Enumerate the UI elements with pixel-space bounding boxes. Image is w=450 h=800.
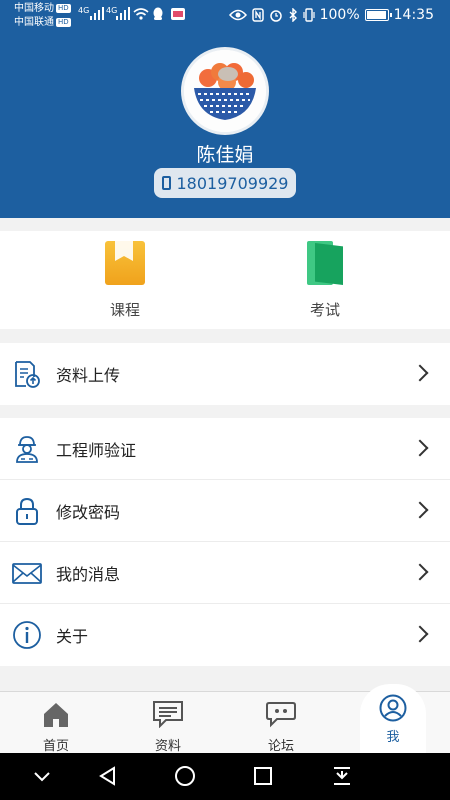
menu-group-settings: 工程师验证 修改密码 我的消息 关于 [0, 418, 450, 666]
info-icon [13, 621, 41, 649]
network-type-1: 4G [78, 6, 90, 15]
lock-icon [16, 497, 38, 525]
carrier-2: 中国联通 HD [14, 17, 71, 29]
menu-item-upload[interactable]: 资料上传 [0, 343, 450, 405]
vibrate-icon [303, 8, 315, 22]
tab-documents-label: 资料 [154, 739, 181, 754]
quick-actions: 课程 考试 [0, 231, 450, 329]
user-name: 陈佳娟 [196, 144, 254, 166]
exam-button[interactable]: 考试 [265, 241, 385, 320]
tab-home-label: 首页 [42, 739, 69, 754]
tab-me-label: 我 [386, 730, 400, 745]
course-button[interactable]: 课程 [65, 241, 185, 320]
document-icon [153, 701, 183, 728]
mail-icon [12, 563, 42, 584]
chevron-right-icon [411, 563, 429, 581]
course-book-icon [105, 241, 145, 285]
chevron-right-icon [411, 364, 429, 382]
engineer-icon [16, 436, 38, 463]
carrier-1-label: 中国移动 [14, 3, 54, 14]
avatar[interactable] [181, 47, 269, 135]
menu-label-about: 关于 [56, 627, 89, 646]
bluetooth-icon [289, 8, 297, 22]
document-upload-icon [15, 361, 40, 388]
chat-icon [266, 702, 296, 728]
status-bar: 中国移动 HD 中国联通 HD 4G 4G 100% 14:35 [0, 0, 450, 32]
menu-label-messages: 我的消息 [56, 564, 121, 584]
hide-nav-chevron-icon[interactable] [30, 764, 54, 788]
user-icon [379, 694, 407, 722]
carrier-2-label: 中国联通 [14, 17, 54, 28]
avatar-image [184, 50, 266, 132]
tab-home[interactable]: 首页 [0, 692, 112, 754]
notification-pull-icon[interactable] [330, 764, 354, 788]
chevron-right-icon [411, 625, 429, 643]
phone-badge: 18019709929 [154, 168, 296, 198]
tab-me[interactable]: 我 [360, 684, 426, 754]
back-icon[interactable] [96, 764, 120, 788]
phone-icon [161, 176, 171, 190]
system-nav-bar [0, 753, 450, 800]
alarm-icon [269, 10, 282, 22]
menu-item-about[interactable]: 关于 [0, 604, 450, 666]
hd-badge: HD [56, 3, 71, 13]
home-nav-icon[interactable] [173, 764, 197, 788]
battery-icon [364, 9, 392, 21]
qq-icon [153, 7, 163, 20]
tab-forum-label: 论坛 [267, 739, 294, 754]
menu-item-engineer[interactable]: 工程师验证 [0, 418, 450, 480]
home-icon [44, 703, 68, 727]
profile-header: 陈佳娟 18019709929 [0, 32, 450, 218]
bottom-tab-bar: 首页 资料 论坛 我 [0, 684, 450, 754]
carrier-1: 中国移动 HD [14, 3, 71, 15]
exam-label: 考试 [309, 301, 340, 319]
menu-item-messages[interactable]: 我的消息 [0, 542, 450, 604]
eye-icon [228, 9, 247, 21]
menu-group-upload: 资料上传 [0, 343, 450, 405]
tab-forum[interactable]: 论坛 [225, 692, 337, 754]
wifi-icon [133, 8, 149, 20]
battery-percent: 100% [319, 7, 360, 23]
clock: 14:35 [393, 7, 434, 23]
menu-label-password: 修改密码 [56, 502, 121, 522]
course-label: 课程 [109, 301, 140, 319]
phone-number: 18019709929 [176, 173, 289, 193]
status-right: 100% 14:35 [228, 7, 434, 23]
menu-item-password[interactable]: 修改密码 [0, 480, 450, 542]
chevron-right-icon [411, 439, 429, 457]
hd-badge: HD [56, 17, 71, 27]
app-notification-icon [171, 8, 185, 20]
signal-icon [90, 6, 106, 20]
recents-icon[interactable] [251, 764, 275, 788]
signal-icon [116, 6, 132, 20]
chevron-right-icon [411, 501, 429, 519]
menu-label-engineer: 工程师验证 [56, 440, 137, 460]
nfc-icon [251, 8, 264, 22]
menu-label-upload: 资料上传 [56, 366, 121, 385]
tab-documents[interactable]: 资料 [112, 692, 224, 754]
exam-book-icon [307, 241, 343, 285]
